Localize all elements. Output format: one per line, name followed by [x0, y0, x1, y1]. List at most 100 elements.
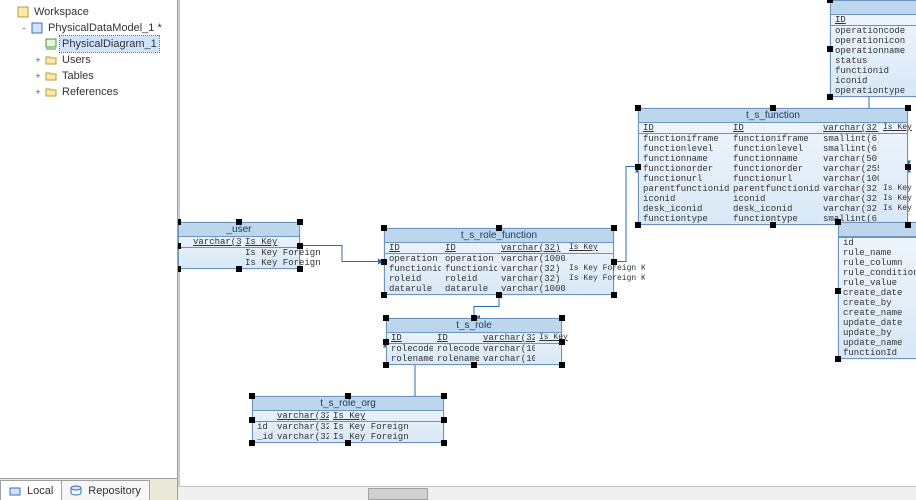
entity-header-cell: ID: [387, 333, 433, 343]
selection-handle[interactable]: [471, 315, 477, 321]
entity-cell: Is Key Foreign Key: [879, 194, 916, 204]
selection-handle[interactable]: [496, 225, 502, 231]
selection-handle[interactable]: [383, 315, 389, 321]
selection-handle[interactable]: [381, 292, 387, 298]
tab-repository[interactable]: Repository: [61, 480, 150, 500]
tab-label: Repository: [88, 485, 141, 497]
selection-handle[interactable]: [441, 417, 447, 423]
selection-handle[interactable]: [559, 315, 565, 321]
tree-twisty[interactable]: +: [32, 84, 44, 100]
object-tree[interactable]: Workspace-PhysicalDataModel_1 *PhysicalD…: [0, 0, 177, 478]
selection-handle[interactable]: [835, 219, 841, 225]
entity-cell: functioniframe: [729, 134, 819, 144]
entity-t_s_operation[interactable]: t_s_operationIDIDvarchar(32)Is Keyoperat…: [830, 0, 916, 97]
diagram-canvas[interactable]: t_s_operationIDIDvarchar(32)Is Keyoperat…: [178, 0, 916, 500]
entity-cell: Is Key Foreign Key: [329, 422, 409, 432]
tab-label: Local: [27, 485, 53, 497]
selection-handle[interactable]: [383, 339, 389, 345]
selection-handle[interactable]: [383, 362, 389, 368]
tree-node-label: Workspace: [32, 4, 91, 20]
entity-headers: IDIDvarchar(32)Is Key: [831, 15, 916, 26]
selection-handle[interactable]: [345, 440, 351, 446]
entity-t_s_role[interactable]: t_s_roleIDIDvarchar(32)Is Keyrolecoderol…: [386, 318, 562, 365]
entity-headers: IDIDvarchar(32)Is Key: [385, 243, 613, 254]
entity-cell: create_date: [839, 288, 916, 298]
entity-cell: functionorder: [729, 164, 819, 174]
entity-t_s_role_function[interactable]: t_s_role_functionIDIDvarchar(32)Is Keyop…: [384, 228, 614, 295]
tab-local[interactable]: Local: [0, 480, 62, 500]
selection-handle[interactable]: [249, 393, 255, 399]
selection-handle[interactable]: [249, 440, 255, 446]
entity-row: desk_iconiddesk_iconidvarchar(32)Is Key …: [639, 204, 907, 214]
selection-handle[interactable]: [835, 356, 841, 362]
selection-handle[interactable]: [297, 266, 303, 272]
entity-cell: iconid: [831, 76, 916, 86]
selection-handle[interactable]: [297, 243, 303, 249]
tree-node[interactable]: PhysicalDiagram_1: [2, 36, 175, 52]
entity-headers: IDIDvarchar(32)Is Key: [639, 123, 907, 134]
entity-cell: Is Key Foreign Key: [879, 184, 916, 194]
selection-handle[interactable]: [345, 393, 351, 399]
tree-node[interactable]: +References: [2, 84, 175, 100]
selection-handle[interactable]: [381, 259, 387, 265]
entity-row: rule_conditionsrule_conditionsvarchar(30…: [839, 268, 916, 278]
tree-twisty[interactable]: +: [32, 68, 44, 84]
selection-handle[interactable]: [611, 225, 617, 231]
entity-row: functionidfunctionidvarchar(32)Is Key Fo…: [831, 66, 916, 76]
selection-handle[interactable]: [905, 105, 911, 111]
selection-handle[interactable]: [297, 219, 303, 225]
selection-handle[interactable]: [905, 222, 911, 228]
selection-handle[interactable]: [381, 225, 387, 231]
entity-cell: varchar(32): [273, 422, 329, 432]
entity-cell: update_date: [839, 318, 916, 328]
selection-handle[interactable]: [178, 266, 181, 272]
tree-node[interactable]: +Users: [2, 52, 175, 68]
selection-handle[interactable]: [236, 219, 242, 225]
selection-handle[interactable]: [770, 222, 776, 228]
selection-handle[interactable]: [770, 105, 776, 111]
selection-handle[interactable]: [178, 243, 181, 249]
selection-handle[interactable]: [471, 362, 477, 368]
selection-handle[interactable]: [559, 362, 565, 368]
entity-rows: functioniframefunctioniframesmallint(6)f…: [639, 134, 907, 224]
entity-row: create_datecreate_datedatetime: [839, 288, 916, 298]
entity-user_frag[interactable]: _uservarchar(32)Is KeyIs Key Foreign Key…: [178, 222, 300, 269]
selection-handle[interactable]: [496, 292, 502, 298]
entity-header-cell: Is Key: [535, 333, 575, 343]
selection-handle[interactable]: [236, 266, 242, 272]
selection-handle[interactable]: [905, 164, 911, 170]
selection-handle[interactable]: [835, 288, 841, 294]
selection-handle[interactable]: [441, 393, 447, 399]
tree-twisty[interactable]: -: [18, 20, 30, 36]
entity-cell: status: [831, 56, 916, 66]
tree-node-label: PhysicalDataModel_1 *: [46, 20, 164, 36]
entity-title: t_s_operation: [831, 1, 916, 15]
selection-handle[interactable]: [827, 0, 833, 3]
selection-handle[interactable]: [559, 339, 565, 345]
entity-cell: Is Key Foreign Key: [879, 204, 916, 214]
selection-handle[interactable]: [441, 440, 447, 446]
selection-handle[interactable]: [827, 94, 833, 100]
tree-node[interactable]: -PhysicalDataModel_1 *: [2, 20, 175, 36]
selection-handle[interactable]: [611, 259, 617, 265]
entity-cell: [189, 248, 241, 258]
selection-handle[interactable]: [249, 417, 255, 423]
entity-row: Is Key Foreign Key: [179, 248, 299, 258]
entity-cell: rule_column: [839, 258, 916, 268]
tree-node[interactable]: +Tables: [2, 68, 175, 84]
tree-node[interactable]: Workspace: [2, 4, 175, 20]
selection-handle[interactable]: [178, 219, 181, 225]
selection-handle[interactable]: [635, 105, 641, 111]
relationship-link[interactable]: [474, 295, 499, 318]
entity-t_s_data_rule[interactable]: t_s_data_ruleididvarchar(96)rule_namerul…: [838, 222, 916, 359]
sidebar: Workspace-PhysicalDataModel_1 *PhysicalD…: [0, 0, 178, 500]
entity-t_s_role_org[interactable]: t_s_role_orgvarchar(32)Is Keyidvarchar(3…: [252, 396, 444, 443]
selection-handle[interactable]: [635, 222, 641, 228]
entity-t_s_function[interactable]: t_s_functionIDIDvarchar(32)Is Keyfunctio…: [638, 108, 908, 225]
tree-twisty[interactable]: +: [32, 52, 44, 68]
entity-cell: functionname: [639, 154, 729, 164]
selection-handle[interactable]: [611, 292, 617, 298]
entity-cell: iconid: [729, 194, 819, 204]
selection-handle[interactable]: [635, 164, 641, 170]
selection-handle[interactable]: [827, 46, 833, 52]
